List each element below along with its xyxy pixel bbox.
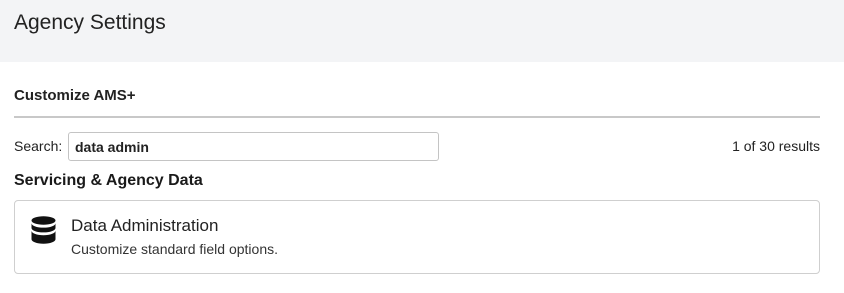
database-icon: [30, 216, 57, 244]
search-row: Search: 1 of 30 results: [14, 132, 820, 162]
results-count: 1 of 30 results: [732, 138, 820, 154]
section-heading: Customize AMS+: [14, 87, 820, 118]
search-label: Search:: [14, 138, 63, 154]
card-description: Customize standard field options.: [71, 241, 278, 257]
page-title: Agency Settings: [14, 11, 166, 34]
card-title: Data Administration: [71, 216, 219, 235]
page-header: Agency Settings: [0, 0, 844, 62]
category-heading: Servicing & Agency Data: [14, 172, 203, 189]
main-content: Customize AMS+ Search: 1 of 30 results S…: [0, 87, 844, 274]
search-input[interactable]: [68, 132, 439, 161]
result-card-data-administration[interactable]: Data Administration Customize standard f…: [14, 200, 820, 274]
